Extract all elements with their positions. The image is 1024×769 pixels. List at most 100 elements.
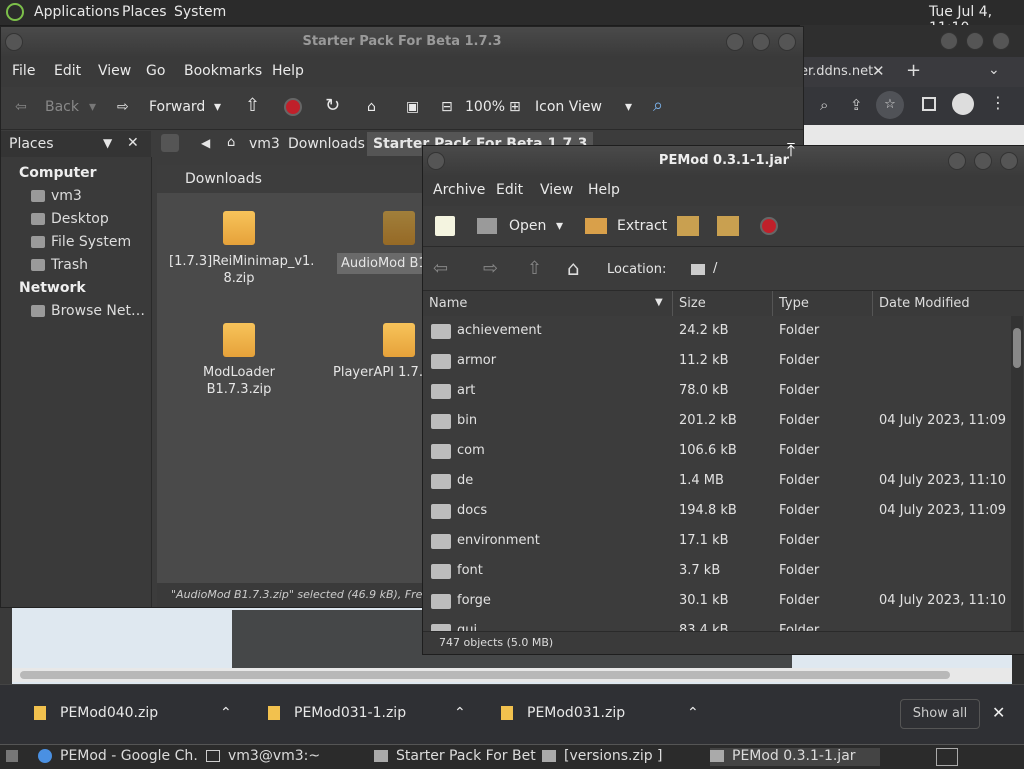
reload-icon[interactable]: ↻ bbox=[325, 95, 340, 116]
minimize-button[interactable] bbox=[726, 33, 744, 51]
computer-icon[interactable]: ▣ bbox=[406, 99, 419, 115]
extract-button[interactable]: Extract bbox=[617, 218, 667, 234]
table-row[interactable]: forge 30.1 kB Folder 04 July 2023, 11:10 bbox=[423, 586, 1009, 616]
download-item[interactable]: PEMod031.zip ⌃ bbox=[501, 705, 699, 727]
location-input[interactable]: / bbox=[713, 261, 717, 276]
titlebar[interactable]: Starter Pack For Beta 1.7.3 bbox=[1, 27, 803, 57]
sidepanel-icon[interactable] bbox=[922, 97, 936, 111]
taskbar-item-pemod[interactable]: PEMod 0.3.1-1.jar bbox=[710, 748, 880, 766]
show-all-button[interactable]: Show all bbox=[900, 699, 980, 729]
file-label-selected[interactable]: AudioMod B1.7.3.zip bbox=[337, 253, 435, 274]
menu-view[interactable]: View bbox=[98, 63, 131, 79]
extract-icon[interactable] bbox=[585, 218, 607, 234]
horizontal-scrollbar[interactable] bbox=[12, 668, 1012, 682]
stop-icon[interactable] bbox=[284, 98, 302, 116]
menu-go[interactable]: Go bbox=[146, 63, 165, 79]
stop-icon[interactable] bbox=[760, 217, 778, 235]
chevron-up-icon[interactable]: ⌃ bbox=[687, 705, 699, 721]
download-item[interactable]: PEMod031-1.zip ⌃ bbox=[268, 705, 466, 727]
sidebar-item-vm3[interactable]: vm3 bbox=[51, 188, 82, 204]
maximize-button[interactable] bbox=[752, 33, 770, 51]
table-row[interactable]: art 78.0 kB Folder bbox=[423, 376, 1009, 406]
table-row[interactable]: com 106.6 kB Folder bbox=[423, 436, 1009, 466]
back-arrow-icon[interactable]: ⇦ bbox=[15, 99, 27, 115]
sidebar-item-trash[interactable]: Trash bbox=[51, 257, 88, 273]
close-button[interactable] bbox=[778, 33, 796, 51]
share-icon[interactable]: ⇪ bbox=[850, 96, 863, 114]
breadcrumb-vm3[interactable]: vm3 bbox=[249, 136, 280, 152]
kebab-menu-icon[interactable]: ⋮ bbox=[990, 93, 1006, 112]
up-arrow-icon[interactable]: ⇧ bbox=[527, 258, 542, 279]
search-icon[interactable]: ⌕ bbox=[653, 95, 663, 116]
new-archive-icon[interactable] bbox=[435, 216, 455, 236]
profile-avatar[interactable] bbox=[952, 93, 974, 115]
workspace-switcher[interactable] bbox=[936, 748, 958, 766]
table-row[interactable]: de 1.4 MB Folder 04 July 2023, 11:10 bbox=[423, 466, 1009, 496]
zip-file-icon[interactable] bbox=[383, 323, 415, 357]
menu-edit[interactable]: Edit bbox=[496, 182, 523, 198]
minimize-button[interactable] bbox=[948, 152, 966, 170]
chrome-tab[interactable]: er.ddns.net ✕ + ⌄ bbox=[800, 57, 1024, 87]
sidebar-title[interactable]: Places bbox=[9, 136, 54, 152]
menu-edit[interactable]: Edit bbox=[54, 63, 81, 79]
edit-location-icon[interactable] bbox=[161, 134, 179, 152]
view-mode-select[interactable]: Icon View bbox=[535, 99, 602, 115]
home-icon[interactable]: ⌂ bbox=[567, 256, 580, 280]
chevron-left-icon[interactable]: ◀ bbox=[201, 136, 210, 150]
taskbar-item-terminal[interactable]: vm3@vm3:~ bbox=[206, 748, 366, 766]
table-row[interactable]: environment 17.1 kB Folder bbox=[423, 526, 1009, 556]
add-folder-icon[interactable] bbox=[717, 216, 739, 236]
system-menu[interactable]: System bbox=[174, 4, 226, 20]
table-row[interactable]: gui 83.4 kB Folder bbox=[423, 616, 1009, 631]
forward-arrow-icon[interactable]: ⇨ bbox=[483, 258, 498, 279]
menu-bookmarks[interactable]: Bookmarks bbox=[184, 63, 262, 79]
file-label[interactable]: [1.7.3]ReiMinimap_v1. 8.zip bbox=[169, 253, 314, 287]
table-row[interactable]: bin 201.2 kB Folder 04 July 2023, 11:09 bbox=[423, 406, 1009, 436]
column-type[interactable]: Type bbox=[773, 291, 873, 317]
sidebar-item-browse-network[interactable]: Browse Net… bbox=[51, 303, 145, 319]
download-item[interactable]: PEMod040.zip ⌃ bbox=[34, 705, 232, 727]
bookmark-star-icon[interactable]: ☆ bbox=[876, 91, 904, 119]
column-size[interactable]: Size bbox=[673, 291, 773, 317]
menu-help[interactable]: Help bbox=[272, 63, 304, 79]
scrollbar-thumb[interactable] bbox=[20, 671, 950, 679]
maximize-button[interactable] bbox=[966, 32, 984, 50]
zip-file-icon[interactable] bbox=[383, 211, 415, 245]
zip-file-icon[interactable] bbox=[223, 211, 255, 245]
sort-descending-icon[interactable]: ▼ bbox=[655, 297, 663, 308]
open-folder-icon[interactable] bbox=[477, 218, 497, 234]
zoom-out-icon[interactable]: ⊟ bbox=[441, 99, 453, 115]
places-menu[interactable]: Places bbox=[122, 4, 167, 20]
maximize-button[interactable] bbox=[974, 152, 992, 170]
menu-help[interactable]: Help bbox=[588, 182, 620, 198]
close-button[interactable] bbox=[992, 32, 1010, 50]
forward-button[interactable]: Forward bbox=[149, 99, 205, 115]
back-arrow-icon[interactable]: ⇦ bbox=[433, 258, 448, 279]
sidebar-item-desktop[interactable]: Desktop bbox=[51, 211, 109, 227]
menu-view[interactable]: View bbox=[540, 182, 573, 198]
taskbar-item-chrome[interactable]: PEMod - Google Ch… bbox=[38, 748, 198, 766]
search-icon[interactable]: ⌕ bbox=[820, 96, 828, 114]
close-tab-icon[interactable]: ✕ bbox=[872, 62, 885, 80]
taskbar-item-versions[interactable]: [versions.zip ] bbox=[542, 748, 706, 766]
close-sidebar-icon[interactable]: ✕ bbox=[127, 135, 139, 151]
menu-archive[interactable]: Archive bbox=[433, 182, 485, 198]
table-row[interactable]: docs 194.8 kB Folder 04 July 2023, 11:09 bbox=[423, 496, 1009, 526]
add-files-icon[interactable] bbox=[677, 216, 699, 236]
new-tab-icon[interactable]: + bbox=[906, 60, 921, 81]
show-desktop-icon[interactable] bbox=[6, 750, 18, 762]
mate-logo-icon[interactable] bbox=[6, 3, 24, 21]
back-button[interactable]: Back bbox=[45, 99, 79, 115]
zoom-in-icon[interactable]: ⊞ bbox=[509, 99, 521, 115]
table-row[interactable]: font 3.7 kB Folder bbox=[423, 556, 1009, 586]
chevron-down-icon[interactable]: ▾ bbox=[625, 99, 632, 115]
titlebar[interactable]: PEMod 0.3.1-1.jar ⤒ bbox=[423, 140, 1024, 176]
home-icon[interactable]: ⌂ bbox=[367, 99, 376, 115]
forward-arrow-icon[interactable]: ⇨ bbox=[117, 99, 129, 115]
chevron-up-icon[interactable]: ⌃ bbox=[220, 705, 232, 721]
column-name[interactable]: Name bbox=[423, 291, 673, 317]
column-date-modified[interactable]: Date Modified bbox=[873, 291, 1024, 317]
table-row[interactable]: armor 11.2 kB Folder bbox=[423, 346, 1009, 376]
chevron-down-icon[interactable]: ⌄ bbox=[988, 62, 1000, 78]
table-row[interactable]: achievement 24.2 kB Folder bbox=[423, 316, 1009, 346]
